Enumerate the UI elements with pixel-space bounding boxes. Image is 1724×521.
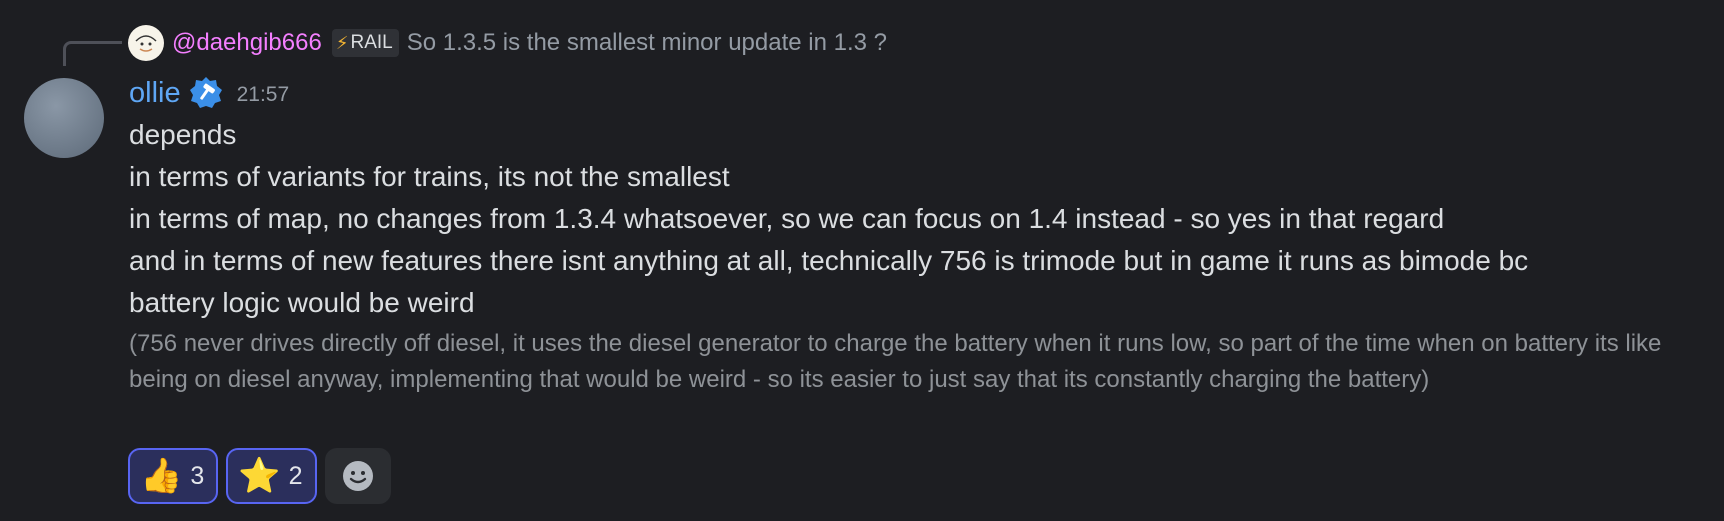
reply-author-name[interactable]: @daehgib666: [172, 29, 322, 57]
author-avatar[interactable]: [24, 78, 104, 158]
message-line: and in terms of new features there isnt …: [129, 245, 1529, 276]
reaction-count: 2: [288, 461, 303, 490]
verified-badge-hammer-icon[interactable]: [189, 76, 223, 110]
server-tag-badge[interactable]: ⚡ RAIL: [331, 29, 399, 57]
message-footnote: (756 never drives directly off diesel, i…: [129, 330, 1662, 393]
server-tag-label: RAIL: [350, 32, 393, 53]
add-reaction-button[interactable]: [324, 448, 391, 504]
reply-preview[interactable]: @daehgib666 ⚡ RAIL So 1.3.5 is the small…: [128, 22, 887, 64]
author-name[interactable]: ollie: [129, 77, 181, 110]
chat-message: @daehgib666 ⚡ RAIL So 1.3.5 is the small…: [0, 0, 1724, 521]
smiley-face-icon: [342, 461, 373, 491]
reactions-bar: 👍 3 ⭐ 2: [128, 448, 391, 504]
message-line: battery logic would be weird: [129, 287, 475, 318]
reply-author-avatar[interactable]: [128, 25, 164, 61]
star-icon: ⭐: [238, 457, 281, 495]
thumbs-up-icon: 👍: [140, 457, 183, 495]
message-line: depends: [129, 119, 237, 150]
message-content: depends in terms of variants for trains,…: [129, 114, 1709, 398]
lightning-bolt-icon: ⚡: [335, 32, 349, 53]
reaction-count: 3: [190, 461, 205, 490]
reply-message-text[interactable]: So 1.3.5 is the smallest minor update in…: [407, 29, 887, 57]
message-header: ollie 21:57: [129, 73, 289, 113]
message-line: in terms of map, no changes from 1.3.4 w…: [129, 203, 1445, 234]
reaction-thumbs-up[interactable]: 👍 3: [128, 448, 219, 504]
message-timestamp[interactable]: 21:57: [237, 79, 290, 107]
reaction-star[interactable]: ⭐ 2: [226, 448, 317, 504]
reply-connector-line: [63, 41, 122, 66]
message-line: in terms of variants for trains, its not…: [129, 161, 730, 192]
